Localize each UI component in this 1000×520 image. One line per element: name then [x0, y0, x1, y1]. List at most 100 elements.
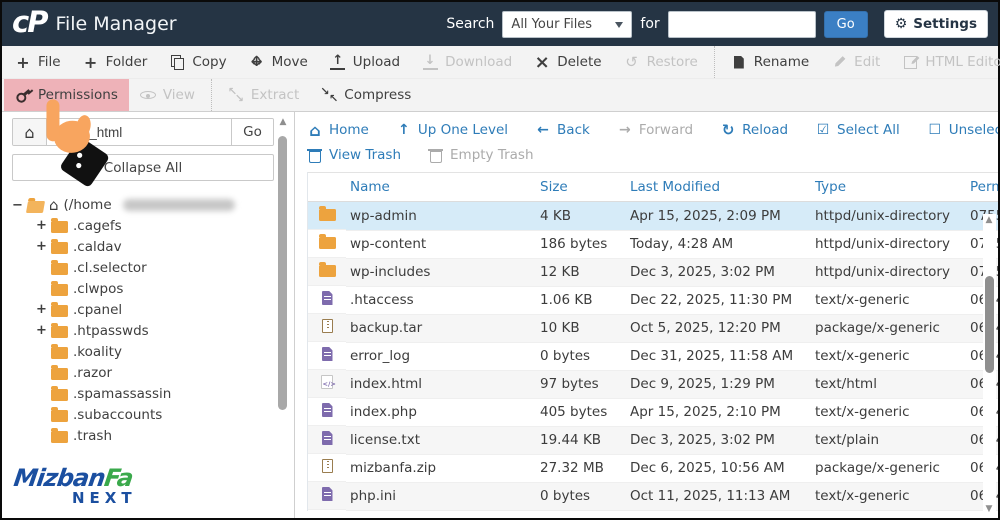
folder-icon [51, 365, 68, 380]
tree-items: + .cagefs + .caldav .cl.selector .clwpos… [12, 215, 270, 446]
file-type-cell: package/x-generic [811, 314, 966, 343]
toolbar-group-perm-ops: Permissions View [4, 79, 206, 111]
gear-icon: ⚙ [894, 16, 908, 32]
tree-item-cpanel[interactable]: + .cpanel [12, 299, 270, 320]
file-row-htaccess[interactable]: .htaccess 1.06 KB Dec 22, 2025, 11:30 PM… [308, 286, 998, 315]
file-row-index-html[interactable]: index.html 97 bytes Dec 9, 2025, 1:29 PM… [308, 370, 998, 399]
home-icon: ⌂ [49, 195, 59, 214]
expand-icon: + [36, 239, 47, 254]
tree-item-razor[interactable]: .razor [12, 362, 270, 383]
tree-item-cagefs[interactable]: + .cagefs [12, 215, 270, 236]
tree-item-trash[interactable]: .trash [12, 425, 270, 446]
tree-item-label: .cl.selector [73, 259, 147, 276]
toolbar-icon [169, 54, 185, 70]
tree-item-htpasswds[interactable]: + .htpasswds [12, 320, 270, 341]
nav-label: Forward [638, 122, 694, 138]
tree-item-caldav[interactable]: + .caldav [12, 236, 270, 257]
upload-button[interactable]: Upload [319, 46, 411, 78]
file-modified-cell: Dec 3, 2025, 3:02 PM [626, 258, 811, 287]
nav-link-home[interactable]: Home [307, 122, 369, 138]
scrollbar-thumb[interactable] [985, 276, 994, 373]
scroll-down-arrow[interactable]: ▼ [983, 503, 995, 515]
column-header-last-modified[interactable]: Last Modified [626, 172, 811, 202]
extract-button: Extract [217, 79, 310, 111]
nav-link-unselect-all[interactable]: Unselect All [927, 122, 998, 138]
file-row-wp-admin[interactable]: wp-admin 4 KB Apr 15, 2025, 2:09 PM http… [308, 201, 998, 231]
file-rows: wp-admin 4 KB Apr 15, 2025, 2:09 PM http… [308, 201, 998, 511]
tree-item-clwpos[interactable]: .clwpos [12, 278, 270, 299]
compress-button[interactable]: Compress [310, 79, 422, 111]
tree-item-koality[interactable]: .koality [12, 341, 270, 362]
file-type-cell: package/x-generic [811, 454, 966, 483]
toolbar-icon [731, 54, 747, 70]
file-row-wp-content[interactable]: wp-content 186 bytes Today, 4:28 AM http… [308, 230, 998, 259]
nav-row-2: View Trash Empty Trash [307, 147, 998, 163]
search-scope-value: All Your Files [511, 16, 593, 32]
file-name-cell: wp-admin [346, 201, 536, 231]
file-type-cell: text/x-generic [811, 482, 966, 511]
delete-button[interactable]: Delete [523, 46, 612, 78]
file-row-php-ini[interactable]: php.ini 0 bytes Oct 11, 2025, 11:13 AM t… [308, 482, 998, 511]
file-modified-cell: Dec 31, 2025, 11:58 AM [626, 342, 811, 371]
file-type-cell: httpd/unix-directory [811, 201, 966, 231]
file-modified-cell: Today, 4:28 AM [626, 230, 811, 259]
toolbar-icon [831, 54, 847, 70]
column-header-size[interactable]: Size [536, 172, 626, 202]
file-modified-cell: Oct 11, 2025, 11:13 AM [626, 482, 811, 511]
file-row-backup-tar[interactable]: backup.tar 10 KB Oct 5, 2025, 12:20 PM p… [308, 314, 998, 343]
copy-button[interactable]: Copy [158, 46, 237, 78]
file-button[interactable]: File [4, 46, 72, 78]
collapse-icon[interactable]: − [12, 198, 23, 213]
scrollbar-thumb[interactable] [278, 136, 287, 410]
file-type-icon [318, 206, 336, 221]
nav-link-reload[interactable]: Reload [720, 122, 788, 138]
tree-item-subaccounts[interactable]: .subaccounts [12, 404, 270, 425]
sidebar-home-button[interactable]: ⌂ [13, 119, 47, 145]
tree-item-cl-selector[interactable]: .cl.selector [12, 257, 270, 278]
rename-button[interactable]: Rename [720, 46, 820, 78]
toolbar-icon [422, 54, 438, 70]
file-type-icon [321, 319, 333, 333]
file-row-mizbanfa-zip[interactable]: mizbanfa.zip 27.32 MB Dec 6, 2025, 10:56… [308, 454, 998, 483]
search-input[interactable] [667, 10, 816, 38]
folder-button[interactable]: Folder [72, 46, 159, 78]
tree-item-spamassassin[interactable]: .spamassassin [12, 383, 270, 404]
file-row-license-txt[interactable]: license.txt 19.44 KB Dec 3, 2025, 3:02 P… [308, 426, 998, 455]
file-type-icon [321, 347, 333, 361]
path-go-button[interactable]: Go [231, 119, 273, 145]
file-list-scrollbar[interactable]: ▲ ▼ [983, 214, 996, 515]
search-scope-select[interactable]: All Your Files [502, 10, 633, 38]
file-row-wp-includes[interactable]: wp-includes 12 KB Dec 3, 2025, 3:02 PM h… [308, 258, 998, 287]
nav-link-back[interactable]: Back [535, 122, 590, 138]
tree-root-home[interactable]: − ⌂ (/home [12, 195, 270, 215]
file-size-cell: 19.44 KB [536, 426, 626, 455]
folder-icon [51, 344, 68, 359]
nav-row-1: Home Up One Level Back Forward [307, 122, 998, 138]
folder-icon [51, 281, 68, 296]
scroll-up-arrow[interactable]: ▲ [983, 214, 995, 226]
column-header-type[interactable]: Type [811, 172, 966, 202]
permissions-button[interactable]: Permissions [4, 79, 129, 111]
column-header-permissions[interactable]: Permissions [966, 172, 998, 202]
search-go-button[interactable]: Go [823, 10, 868, 38]
nav-link-view-trash[interactable]: View Trash [307, 147, 401, 163]
column-header-name[interactable]: Name [346, 172, 536, 202]
file-row-error-log[interactable]: error_log 0 bytes Dec 31, 2025, 11:58 AM… [308, 342, 998, 371]
edit-button: Edit [820, 46, 891, 78]
mizbanfa-watermark: MizbanFa NEXT [12, 464, 137, 506]
blurred-username [122, 199, 235, 211]
sidebar-scrollbar[interactable]: ▲ [277, 116, 289, 510]
toolbar-label: Copy [192, 54, 227, 70]
tree-item-label: .koality [73, 343, 122, 360]
file-name-cell: backup.tar [346, 314, 536, 343]
move-button[interactable]: Move [238, 46, 319, 78]
scroll-up-arrow[interactable]: ▲ [277, 116, 289, 128]
collapse-all-button[interactable]: Collapse All [12, 154, 274, 181]
nav-link-select-all[interactable]: Select All [815, 122, 900, 138]
file-row-index-php[interactable]: index.php 405 bytes Apr 15, 2025, 2:10 P… [308, 398, 998, 427]
nav-link-up-one-level[interactable]: Up One Level [396, 122, 508, 138]
path-input[interactable] [47, 119, 231, 145]
settings-button[interactable]: ⚙ Settings [883, 10, 988, 38]
file-type-icon [318, 234, 336, 249]
toolbar-row-2: Permissions View Extract Compress [2, 79, 998, 112]
